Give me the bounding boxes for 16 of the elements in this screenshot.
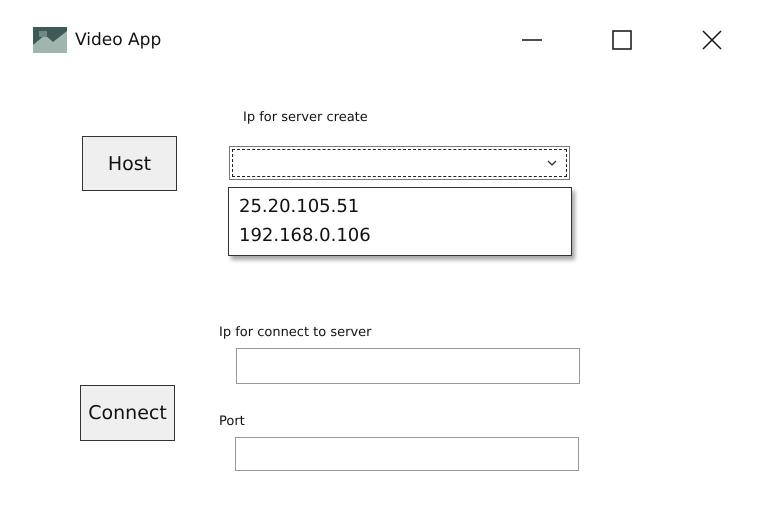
dropdown-option[interactable]: 25.20.105.51 bbox=[229, 192, 571, 221]
connect-button[interactable]: Connect bbox=[80, 385, 175, 441]
window-title: Video App bbox=[75, 30, 162, 50]
close-icon bbox=[701, 29, 723, 51]
minimize-icon bbox=[522, 39, 542, 41]
maximize-icon bbox=[611, 29, 633, 51]
dropdown-option[interactable]: 192.168.0.106 bbox=[229, 221, 571, 250]
ip-input-field[interactable] bbox=[236, 348, 580, 384]
chevron-icon bbox=[547, 160, 557, 166]
ip-dropdown[interactable] bbox=[229, 146, 570, 180]
port-input-field[interactable] bbox=[235, 437, 579, 471]
field-label: Ip for connect to server bbox=[219, 325, 373, 340]
app-icon bbox=[33, 27, 67, 53]
field-label: Port bbox=[219, 414, 246, 429]
host-button[interactable]: Host bbox=[82, 136, 177, 191]
field-label: Ip for server create bbox=[243, 110, 369, 125]
